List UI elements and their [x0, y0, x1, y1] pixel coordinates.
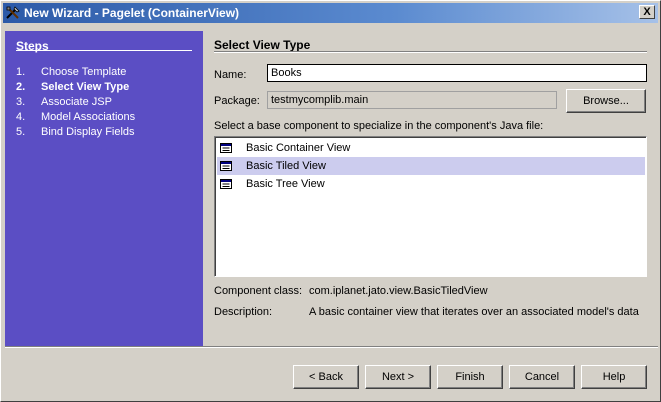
- footer-divider-highlight: [5, 347, 658, 348]
- component-class-label: Component class:: [214, 285, 303, 297]
- step-label: Bind Display Fields: [41, 126, 135, 138]
- step-item: 5. Bind Display Fields: [16, 126, 135, 138]
- component-icon: [220, 161, 232, 171]
- name-label: Name:: [214, 69, 247, 81]
- main-panel: Select View Type Name: Package: testmyco…: [203, 31, 658, 346]
- close-icon: X: [643, 5, 651, 18]
- step-item-active: 2. Select View Type: [16, 81, 130, 93]
- list-item-label: Basic Tree View: [246, 178, 325, 190]
- wizard-window: New Wizard - Pagelet (ContainerView) X S…: [0, 0, 661, 402]
- browse-button[interactable]: Browse...: [566, 89, 646, 113]
- step-label: Associate JSP: [41, 96, 112, 108]
- section-title: Select View Type: [214, 38, 311, 52]
- help-button[interactable]: Help: [581, 365, 647, 389]
- back-button[interactable]: < Back: [293, 365, 359, 389]
- description-value: A basic container view that iterates ove…: [309, 306, 639, 318]
- steps-sidebar: Steps 1. Choose Template 2. Select View Ty…: [5, 31, 203, 346]
- step-item: 1. Choose Template: [16, 66, 127, 78]
- list-item-label: Basic Container View: [246, 142, 351, 154]
- next-button[interactable]: Next >: [365, 365, 431, 389]
- package-label: Package:: [214, 95, 260, 107]
- cancel-button[interactable]: Cancel: [509, 365, 575, 389]
- list-item-label: Basic Tiled View: [246, 160, 326, 172]
- steps-divider: [16, 50, 192, 51]
- component-list[interactable]: Basic Container View Basic Tiled View Ba…: [214, 136, 647, 277]
- close-button[interactable]: X: [639, 5, 655, 19]
- window-title: New Wizard - Pagelet (ContainerView): [24, 6, 240, 20]
- steps-list: 1. Choose Template 2. Select View Type 3. A…: [16, 65, 135, 140]
- list-item[interactable]: Basic Container View: [217, 139, 645, 157]
- section-divider-highlight: [214, 52, 647, 53]
- package-field: testmycomplib.main: [267, 91, 557, 109]
- step-label: Select View Type: [41, 81, 130, 93]
- step-item: 4. Model Associations: [16, 111, 136, 123]
- step-item: 3. Associate JSP: [16, 96, 112, 108]
- list-item[interactable]: Basic Tree View: [217, 175, 645, 193]
- finish-button[interactable]: Finish: [437, 365, 503, 389]
- name-input[interactable]: [267, 64, 647, 82]
- component-icon: [220, 143, 232, 153]
- list-item-selected[interactable]: Basic Tiled View: [217, 157, 645, 175]
- component-list-prompt: Select a base component to specialize in…: [214, 120, 544, 132]
- description-label: Description:: [214, 306, 273, 318]
- tools-icon: [6, 6, 20, 19]
- step-label: Choose Template: [41, 66, 127, 78]
- component-icon: [220, 179, 232, 189]
- title-bar[interactable]: New Wizard - Pagelet (ContainerView) X: [3, 3, 658, 23]
- step-label: Model Associations: [41, 111, 136, 123]
- component-class-value: com.iplanet.jato.view.BasicTiledView: [309, 285, 488, 297]
